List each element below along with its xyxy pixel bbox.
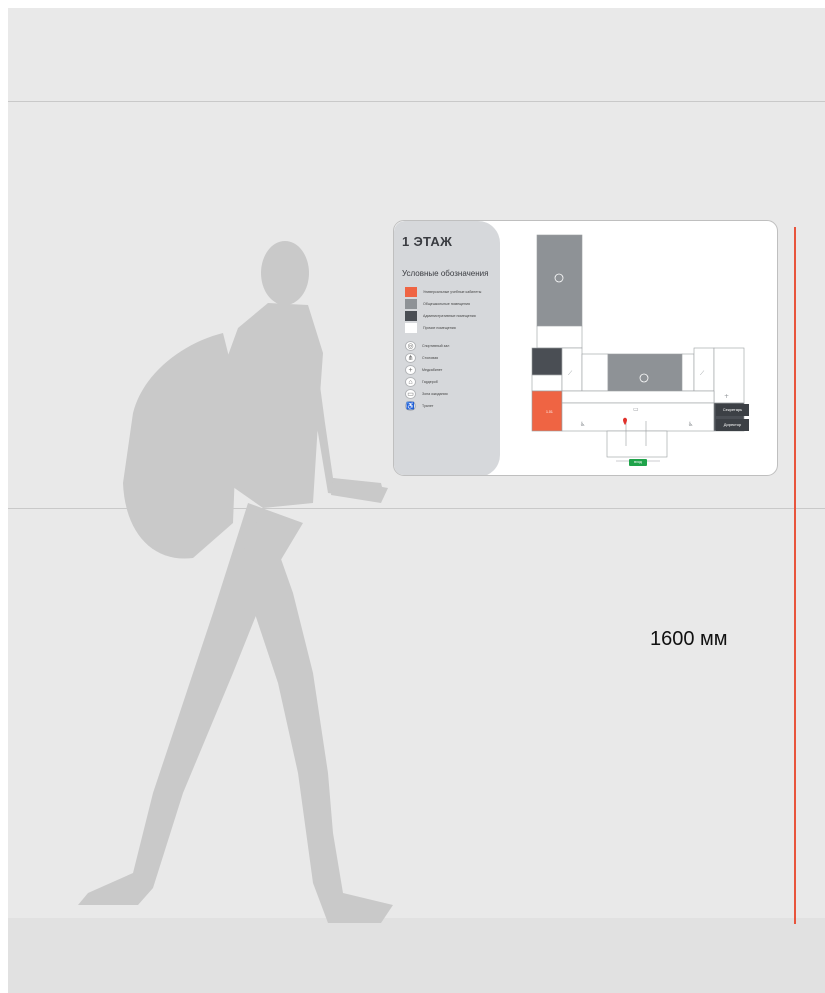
floor-plan-map: ⟋ ⟋ ♿ ♿ + ▭ 1.01 xyxy=(531,234,745,462)
admin-room-left xyxy=(531,347,563,376)
vestibule xyxy=(606,430,668,458)
classroom-label: 1.01 xyxy=(546,410,553,414)
entrance-label: вход xyxy=(629,459,647,466)
height-measure-label: 1600 мм xyxy=(650,628,728,650)
height-measure-line xyxy=(794,227,796,924)
scene: 1600 мм 1 ЭТАЖ Условные обозначения Унив… xyxy=(8,8,825,993)
floor-plan-sign: 1 ЭТАЖ Условные обозначения Универсальны… xyxy=(393,220,778,476)
medical-map-icon: + xyxy=(724,393,729,400)
waiting-zone-map-icon: ▭ xyxy=(633,406,639,413)
wardrobe-right xyxy=(681,353,695,392)
toilet-icon-right: ♿ xyxy=(688,421,693,428)
director-label: Директор xyxy=(716,419,749,431)
person-silhouette xyxy=(78,241,393,923)
secretary-label: Секретарь xyxy=(716,404,749,416)
floor xyxy=(8,918,825,993)
corridor-top xyxy=(561,390,715,404)
wall-line-top xyxy=(8,101,825,102)
toilet-icon-left: ♿ xyxy=(580,421,585,428)
gym-room xyxy=(536,234,583,327)
wardrobe-left xyxy=(581,353,609,392)
small-room-left xyxy=(531,374,563,392)
wing-corridor xyxy=(536,325,583,349)
